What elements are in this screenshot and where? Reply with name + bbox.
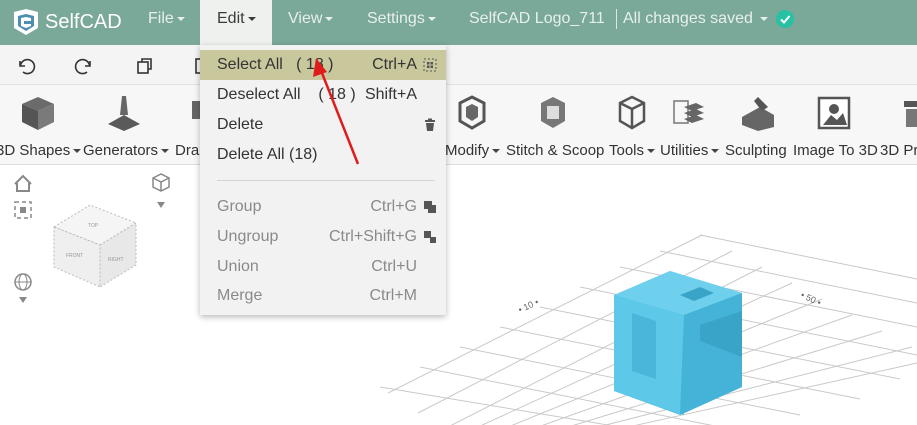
menu-divider — [217, 180, 435, 181]
chevron-down-icon — [73, 149, 82, 154]
menu-settings-label: Settings — [367, 10, 425, 27]
menu-group-label: Group — [217, 198, 262, 215]
ribbon-tools-label: Tools — [609, 142, 645, 159]
view-cube-top-face: TOP — [88, 223, 99, 229]
sculpting-icon[interactable] — [738, 93, 778, 133]
menu-settings[interactable]: Settings — [367, 0, 436, 45]
save-status[interactable]: All changes saved — [623, 0, 768, 37]
ribbon-generators-label: Generators — [83, 142, 159, 159]
undo-icon[interactable] — [14, 55, 36, 77]
menu-delete-label: Delete — [217, 116, 264, 133]
viewport-canvas[interactable]: • 10 • • 50 • TOP FRONT RIGHT — [0, 165, 917, 425]
menu-merge[interactable]: Merge Ctrl+M — [200, 281, 446, 311]
modify-icon[interactable] — [452, 93, 492, 133]
check-circle-icon — [776, 10, 794, 28]
menu-view-label: View — [288, 10, 323, 27]
divider — [616, 9, 617, 29]
chevron-down-icon — [711, 149, 720, 154]
menu-group[interactable]: Group Ctrl+G — [200, 192, 446, 222]
view-cube-front-face: FRONT — [66, 253, 83, 259]
menubar: SelfCAD File Edit View Settings SelfCAD … — [0, 0, 917, 45]
utilities-icon[interactable] — [670, 93, 710, 133]
edit-menu-dropdown: Select All ( 18 ) Ctrl+A Deselect All ( … — [200, 45, 446, 315]
ungroup-icon — [424, 231, 436, 243]
menu-ungroup-label: Ungroup — [217, 228, 279, 245]
menu-select-all-shortcut: Ctrl+A — [372, 56, 417, 73]
tools-icon[interactable] — [612, 93, 652, 133]
selfcad-app: SelfCAD File Edit View Settings SelfCAD … — [0, 0, 917, 425]
ribbon-generators[interactable]: Generators — [83, 142, 170, 159]
menu-deselect-all[interactable]: Deselect All ( 18 ) Shift+A — [200, 80, 446, 110]
logo[interactable]: SelfCAD — [12, 7, 122, 37]
redo-icon[interactable] — [74, 55, 96, 77]
ribbon-3d-shapes-label: 3D Shapes — [0, 142, 71, 159]
ribbon-modify-label: Modify — [445, 142, 490, 159]
chevron-down-icon — [325, 16, 334, 21]
menu-deselect-all-shortcut: Shift+A — [364, 86, 417, 103]
home-view-icon[interactable] — [14, 174, 32, 192]
chevron-down-icon — [247, 16, 256, 21]
chevron-down-icon[interactable] — [19, 297, 27, 303]
menu-union[interactable]: Union Ctrl+U — [200, 252, 446, 282]
3d-printing-icon[interactable] — [900, 93, 917, 133]
ribbon-sculpting[interactable]: Sculpting — [725, 142, 787, 159]
menu-merge-shortcut: Ctrl+M — [369, 287, 417, 304]
ribbon-3d-printing[interactable]: 3D Pr — [880, 142, 917, 159]
orbit-icon[interactable] — [14, 273, 32, 291]
view-cube[interactable]: TOP FRONT RIGHT — [52, 204, 138, 288]
save-status-text: All changes saved — [623, 10, 753, 27]
menu-edit-label: Edit — [217, 10, 245, 27]
menu-deselect-all-label: Deselect All ( 18 ) — [217, 86, 356, 103]
chevron-down-icon — [176, 16, 185, 21]
image-to-3d-icon[interactable] — [815, 93, 855, 133]
chevron-down-icon — [647, 149, 656, 154]
ribbon-toolbar: 3D Shapes Generators Dra Modify Stitch &… — [0, 85, 917, 165]
chevron-down-icon — [492, 149, 501, 154]
menu-select-all[interactable]: Select All ( 18 ) Ctrl+A — [200, 50, 446, 80]
project-filename[interactable]: SelfCAD Logo_711 — [469, 0, 605, 37]
select-all-icon — [423, 58, 437, 72]
ribbon-draw[interactable]: Dra — [175, 142, 199, 159]
menu-file-label: File — [148, 10, 174, 27]
trash-icon — [425, 118, 435, 131]
chevron-down-icon — [427, 16, 436, 21]
chevron-down-icon[interactable] — [157, 202, 165, 208]
menu-select-all-label: Select All ( 18 ) — [217, 56, 334, 73]
ribbon-utilities-label: Utilities — [660, 142, 709, 159]
menu-union-shortcut: Ctrl+U — [371, 258, 417, 275]
menu-delete-all[interactable]: Delete All (18) — [200, 140, 446, 170]
cube-icon[interactable] — [18, 93, 58, 133]
copy-icon[interactable] — [134, 55, 156, 77]
ribbon-3d-shapes[interactable]: 3D Shapes — [0, 142, 82, 159]
menu-ungroup[interactable]: Ungroup Ctrl+Shift+G — [200, 222, 446, 252]
menu-edit[interactable]: Edit — [200, 0, 272, 45]
generator-icon[interactable] — [104, 93, 144, 133]
fit-view-icon[interactable] — [14, 201, 32, 219]
chevron-down-icon — [161, 149, 170, 154]
ribbon-stitch-scoop[interactable]: Stitch & Scoop — [506, 142, 604, 159]
stitch-scoop-icon[interactable] — [533, 93, 573, 133]
selfcad-logo-icon — [14, 9, 38, 35]
menu-group-shortcut: Ctrl+G — [370, 198, 417, 215]
axis-label-left: • 10 • — [517, 297, 541, 315]
view-cube-right-face: RIGHT — [108, 257, 124, 263]
chevron-down-icon — [759, 16, 768, 21]
menu-view[interactable]: View — [288, 0, 334, 45]
menu-merge-label: Merge — [217, 287, 263, 304]
viewport-3d[interactable]: • 10 • • 50 • TOP FRONT RIGHT — [0, 165, 917, 425]
quick-toolbar — [0, 45, 917, 85]
ribbon-tools[interactable]: Tools — [609, 142, 656, 159]
ribbon-utilities[interactable]: Utilities — [660, 142, 720, 159]
menu-file[interactable]: File — [148, 0, 185, 45]
camera-view-icon[interactable] — [152, 173, 170, 192]
menu-ungroup-shortcut: Ctrl+Shift+G — [328, 228, 417, 245]
menu-delete-all-label: Delete All (18) — [217, 146, 318, 163]
ribbon-modify[interactable]: Modify — [445, 142, 501, 159]
menu-union-label: Union — [217, 258, 259, 275]
selfcad-logo-model[interactable] — [614, 271, 742, 415]
menu-delete[interactable]: Delete — [200, 110, 446, 140]
ribbon-image-to-3d[interactable]: Image To 3D — [793, 142, 878, 159]
group-icon — [424, 201, 436, 213]
brand-name: SelfCAD — [45, 10, 122, 33]
